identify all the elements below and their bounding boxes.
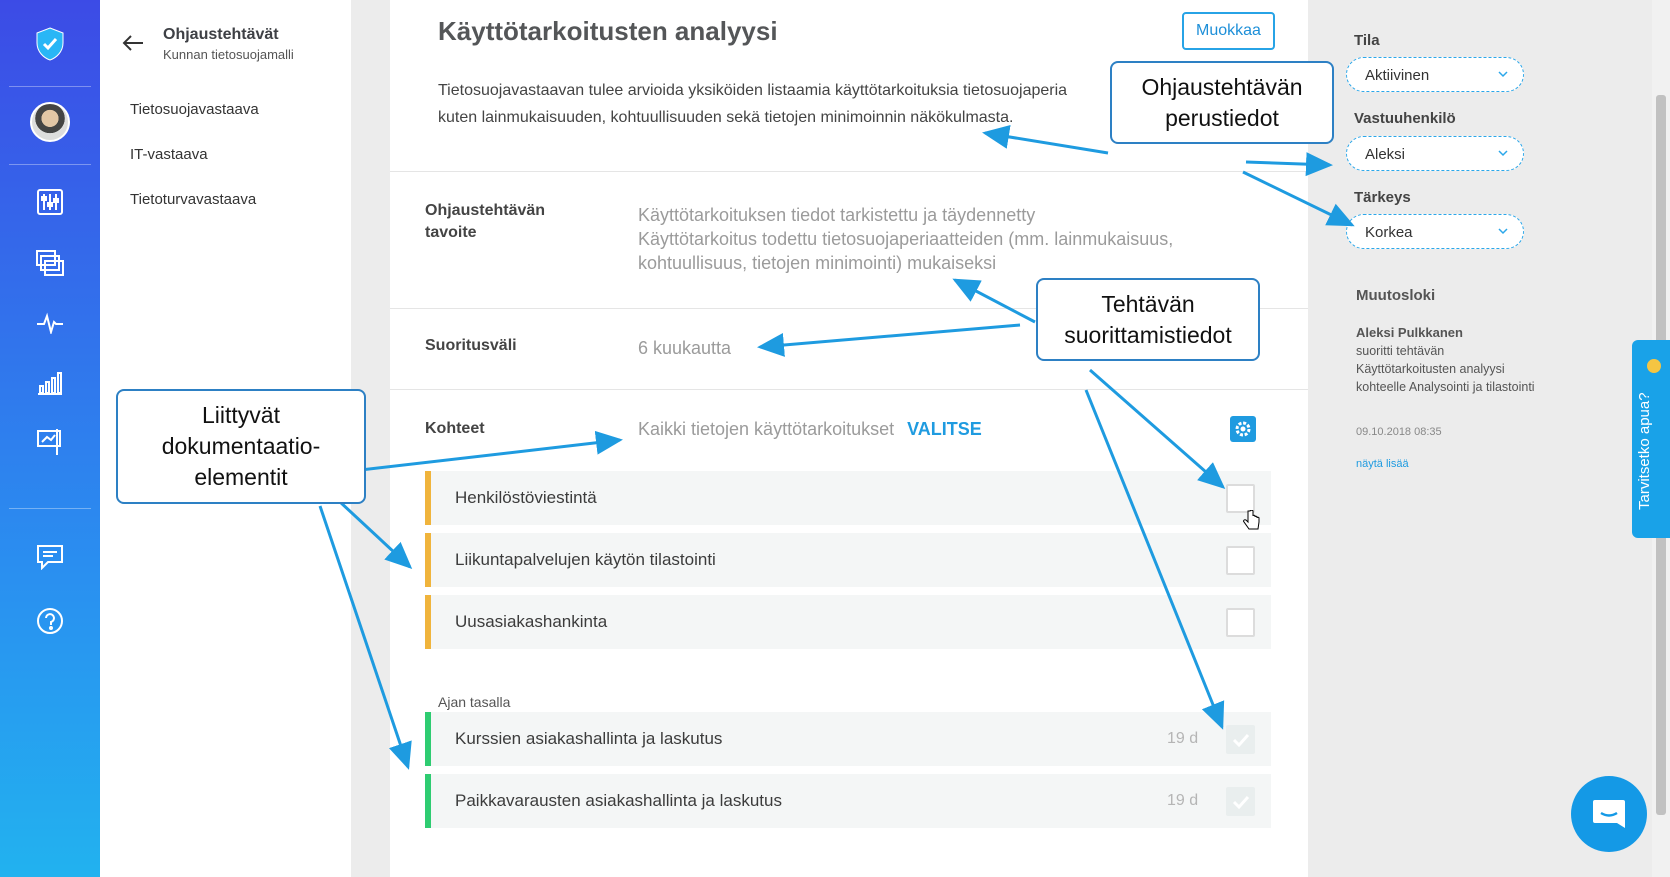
callout-line: Ohjaustehtävän	[1141, 73, 1303, 100]
goal-label: Ohjaustehtävän tavoite	[425, 200, 545, 244]
rail-divider	[9, 164, 91, 165]
owner-select[interactable]: Aleksi	[1346, 136, 1524, 171]
select-targets-link[interactable]: VALITSE	[907, 419, 982, 439]
sliders-icon[interactable]	[25, 177, 75, 227]
description-line: kuten lainmukaisuuden, kohtuullisuuden s…	[438, 109, 1014, 126]
layers-icon[interactable]	[25, 238, 75, 288]
wave-hand-icon	[1647, 359, 1661, 373]
priority-value: Korkea	[1365, 224, 1413, 241]
bar-chart-icon[interactable]	[25, 358, 75, 408]
description-line: Tietosuojavastaavan tulee arvioida yksik…	[438, 82, 1068, 99]
done-indicator	[425, 712, 431, 766]
changelog-title: Muutosloki	[1356, 287, 1436, 304]
list-item-label: Henkilöstöviestintä	[455, 488, 597, 507]
task-description: Tietosuojavastaavan tulee arvioida yksik…	[438, 77, 1138, 131]
nav-item-tietosuojavastaava[interactable]: Tietosuojavastaava	[130, 101, 259, 118]
task-properties-panel: Tila Aktiivinen Vastuuhenkilö Aleksi Tär…	[1308, 0, 1584, 877]
interval-value: 6 kuukautta	[638, 338, 732, 358]
help-tab[interactable]: Tarvitsetko apua?	[1632, 340, 1670, 538]
callout-execution-info: Tehtävän suorittamistiedot	[1036, 278, 1260, 361]
goal-line: kohtuullisuus, tietojen minimointi) muka…	[638, 253, 997, 273]
nav-item-it-vastaava[interactable]: IT-vastaava	[130, 146, 208, 163]
changelog-user: Aleksi Pulkkanen	[1356, 325, 1463, 340]
chevron-down-icon	[1498, 71, 1508, 78]
subnav-title: Ohjaustehtävät	[163, 26, 279, 43]
list-item[interactable]: Kurssien asiakashallinta ja laskutus 19 …	[425, 712, 1271, 766]
done-indicator	[425, 774, 431, 828]
checked-checkbox[interactable]	[1226, 725, 1255, 754]
chevron-down-icon	[1498, 228, 1508, 235]
goal-label-line: Ohjaustehtävän	[425, 202, 546, 219]
chat-launcher-button[interactable]	[1571, 776, 1647, 852]
days-since-badge: 19 d	[1167, 792, 1199, 809]
checked-checkbox[interactable]	[1226, 787, 1255, 816]
callout-line: dokumentaatio-	[161, 433, 321, 459]
list-item[interactable]: Paikkavarausten asiakashallinta ja lasku…	[425, 774, 1271, 828]
changelog-date: 09.10.2018 08:35	[1356, 426, 1442, 438]
complete-checkbox[interactable]	[1226, 608, 1255, 637]
list-item[interactable]: Liikuntapalvelujen käytön tilastointi	[425, 533, 1271, 587]
callout-line: perustiedot	[1165, 104, 1279, 131]
complete-checkbox[interactable]	[1226, 546, 1255, 575]
rail-divider	[9, 86, 91, 87]
subnav-subtitle: Kunnan tietosuojamalli	[163, 47, 294, 62]
help-icon[interactable]	[25, 596, 75, 646]
chat-icon[interactable]	[25, 532, 75, 582]
back-arrow-icon[interactable]	[122, 34, 144, 57]
priority-label: Tärkeys	[1354, 189, 1411, 206]
goal-label-line: tavoite	[425, 224, 477, 241]
list-item-label: Kurssien asiakashallinta ja laskutus	[455, 729, 723, 748]
up-to-date-heading: Ajan tasalla	[438, 694, 511, 710]
edit-button[interactable]: Muokkaa	[1182, 12, 1275, 50]
callout-line: Liittyvät	[202, 402, 280, 428]
show-more-link[interactable]: näytä lisää	[1356, 458, 1409, 470]
pending-indicator	[425, 533, 431, 587]
status-value: Aktiivinen	[1365, 67, 1430, 84]
owner-value: Aleksi	[1365, 146, 1406, 163]
status-select[interactable]: Aktiivinen	[1346, 57, 1524, 92]
list-item[interactable]: Henkilöstöviestintä	[425, 471, 1271, 530]
complete-checkbox[interactable]	[1226, 484, 1255, 513]
presentation-icon[interactable]	[25, 417, 75, 467]
divider	[390, 389, 1308, 390]
days-since-badge: 19 d	[1167, 730, 1199, 747]
callout-basic-info: Ohjaustehtävän perustiedot	[1110, 61, 1334, 144]
nav-item-tietoturvavastaava[interactable]: Tietoturvavastaava	[130, 191, 256, 208]
list-item-label: Uusasiakashankinta	[455, 612, 608, 631]
interval-label: Suoritusväli	[425, 337, 517, 354]
list-item-label: Liikuntapalvelujen käytön tilastointi	[455, 550, 716, 569]
checkmark-icon	[1232, 733, 1249, 747]
owner-label: Vastuuhenkilö	[1354, 110, 1456, 127]
chevron-down-icon	[1498, 150, 1508, 157]
targets-value: Kaikki tietojen käyttötarkoitukset VALIT…	[638, 417, 982, 441]
targets-label: Kohteet	[425, 420, 485, 437]
priority-select[interactable]: Korkea	[1346, 214, 1524, 249]
page-title: Käyttötarkoitusten analyysi	[438, 16, 778, 46]
pulse-icon[interactable]	[25, 298, 75, 348]
shield-logo-icon[interactable]	[25, 19, 75, 69]
list-item[interactable]: Uusasiakashankinta	[425, 595, 1271, 649]
avatar[interactable]	[25, 97, 75, 147]
help-tab-label: Tarvitsetko apua?	[1636, 392, 1653, 510]
changelog-text: suoritti tehtävän Käyttötarkoitusten ana…	[1356, 344, 1535, 394]
list-item-label: Paikkavarausten asiakashallinta ja lasku…	[455, 791, 782, 810]
pending-indicator	[425, 595, 431, 649]
callout-related-docs: Liittyvät dokumentaatio- elementit	[116, 389, 366, 504]
targets-text: Kaikki tietojen käyttötarkoitukset	[638, 419, 895, 439]
pending-indicator	[425, 471, 431, 525]
settings-gear-icon[interactable]	[1230, 416, 1256, 442]
goal-line: Käyttötarkoitus todettu tietosuojaperiaa…	[638, 229, 1174, 249]
checkmark-icon	[1232, 795, 1249, 809]
icon-rail	[0, 0, 100, 877]
divider	[390, 171, 1308, 172]
callout-line: suorittamistiedot	[1064, 321, 1232, 348]
goal-value: Käyttötarkoituksen tiedot tarkistettu ja…	[638, 203, 1173, 275]
rail-divider	[9, 508, 91, 509]
callout-line: elementit	[194, 464, 288, 490]
status-label: Tila	[1354, 32, 1380, 49]
chat-bubble-icon	[1593, 800, 1625, 828]
callout-line: Tehtävän	[1101, 290, 1195, 317]
hand-cursor-icon	[1243, 510, 1260, 530]
goal-line: Käyttötarkoituksen tiedot tarkistettu ja…	[638, 205, 1036, 225]
